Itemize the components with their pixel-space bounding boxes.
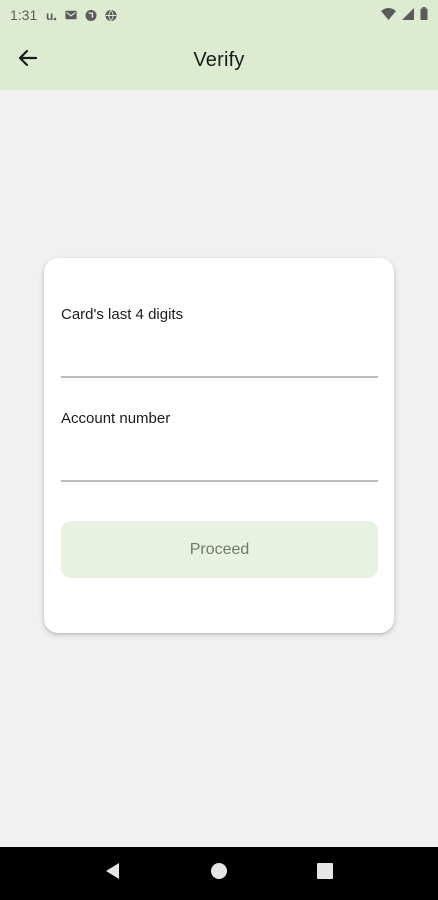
card-digits-label: Card's last 4 digits [61,306,184,323]
mail-icon [65,9,77,21]
verify-card: Card's last 4 digits Account number Proc… [44,258,394,633]
status-bar: 1:31 u [0,0,438,30]
nav-back-button[interactable] [93,854,133,894]
nav-home-button[interactable] [199,854,239,894]
account-number-label: Account number [61,410,171,427]
proceed-button[interactable]: Proceed [61,521,378,578]
svg-text:u: u [46,9,53,21]
signal-icon [402,7,414,23]
page-title: Verify [193,48,245,71]
tracking-icon [85,9,97,21]
card-digits-field[interactable] [61,344,378,378]
globe-icon [105,9,117,21]
app-bar: Verify [0,30,438,90]
u-icon: u [45,9,57,21]
account-number-field[interactable] [61,448,378,482]
status-time: 1:31 [10,7,38,23]
back-triangle-icon [104,862,122,885]
back-button[interactable] [12,44,44,76]
home-circle-icon [210,862,228,885]
nav-recents-button[interactable] [305,854,345,894]
arrow-left-icon [17,47,39,74]
wifi-icon [381,7,396,23]
battery-icon [420,7,428,23]
system-nav-bar [0,847,438,900]
status-left: 1:31 u [10,7,117,23]
recents-square-icon [317,863,333,884]
status-right [381,7,428,23]
